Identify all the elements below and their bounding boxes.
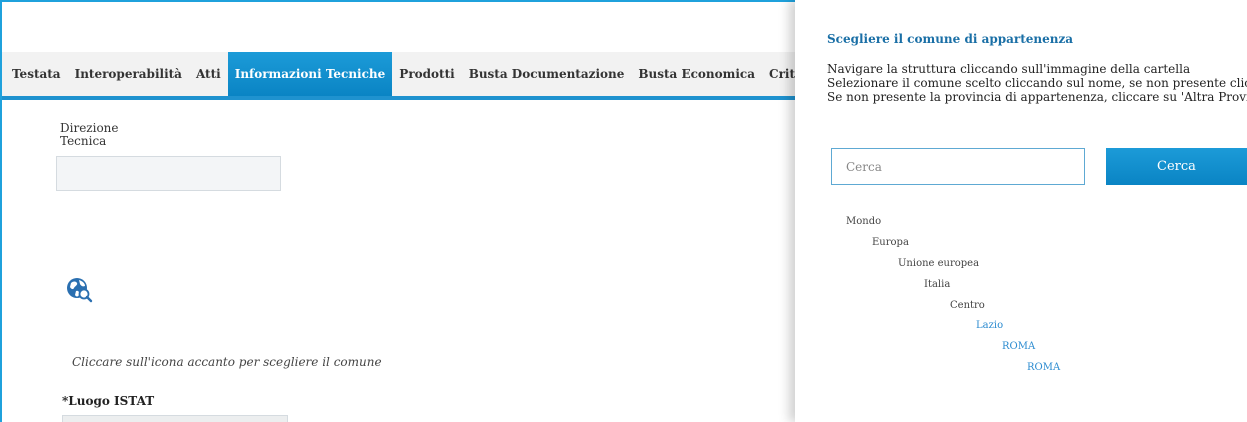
- comune-hint-text: Cliccare sull'icona accanto per sceglier…: [72, 355, 382, 369]
- comune-picker-panel: Scegliere il comune di appartenenza Navi…: [795, 0, 1247, 422]
- instruction-line: Navigare la struttura cliccando sull'imm…: [827, 62, 1191, 76]
- luogo-istat-label: *Luogo ISTAT: [62, 394, 155, 408]
- tree-node-mondo[interactable]: Mondo: [846, 216, 881, 227]
- instruction-line: Selezionare il comune scelto cliccando s…: [827, 76, 1247, 90]
- instruction-line: Se non presente la provincia di apparten…: [827, 90, 1247, 104]
- tab-testata[interactable]: Testata: [2, 52, 68, 96]
- globe-search-icon[interactable]: [65, 276, 93, 304]
- tab-bar: Testata Interoperabilità Atti Informazio…: [2, 52, 795, 100]
- luogo-istat-field[interactable]: [62, 415, 288, 422]
- tree-node-italia[interactable]: Italia: [924, 279, 950, 290]
- search-input[interactable]: [831, 148, 1085, 185]
- tab-informazioni-tecniche[interactable]: Informazioni Tecniche: [227, 52, 393, 96]
- tree-node-roma-provincia[interactable]: ROMA: [1002, 341, 1035, 352]
- tab-busta-economica[interactable]: Busta Economica: [631, 52, 762, 96]
- tab-prodotti[interactable]: Prodotti: [392, 52, 461, 96]
- tab-criteri-di-valutazione[interactable]: Criteri di Valutazione: [762, 52, 795, 96]
- tab-atti[interactable]: Atti: [189, 52, 228, 96]
- direzione-tecnica-label: Direzione Tecnica: [60, 122, 119, 148]
- tab-busta-documentazione[interactable]: Busta Documentazione: [462, 52, 632, 96]
- panel-instructions: Navigare la struttura cliccando sull'imm…: [827, 62, 1247, 104]
- tab-interoperabilita[interactable]: Interoperabilità: [68, 52, 189, 96]
- panel-title: Scegliere il comune di appartenenza: [827, 32, 1074, 46]
- direzione-tecnica-field[interactable]: [56, 156, 281, 191]
- direzione-label-line2: Tecnica: [60, 134, 107, 148]
- tree-node-lazio[interactable]: Lazio: [976, 320, 1003, 331]
- tree-node-roma-comune[interactable]: ROMA: [1027, 362, 1060, 373]
- search-button[interactable]: Cerca: [1106, 148, 1247, 185]
- tree-node-europa[interactable]: Europa: [872, 237, 909, 248]
- tree-node-unione-europea[interactable]: Unione europea: [898, 258, 979, 269]
- tree-node-centro[interactable]: Centro: [950, 300, 985, 311]
- main-application-area: Testata Interoperabilità Atti Informazio…: [0, 0, 795, 422]
